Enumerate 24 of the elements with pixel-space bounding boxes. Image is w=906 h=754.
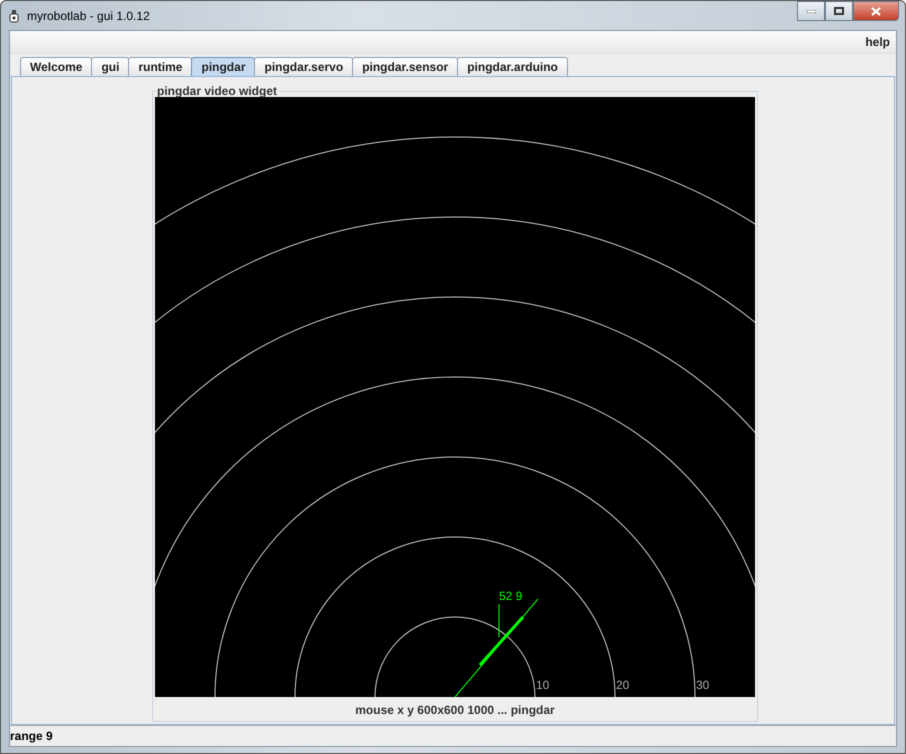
tab[interactable]: runtime xyxy=(128,57,192,76)
range-label: 20 xyxy=(616,678,630,692)
maximize-button[interactable] xyxy=(825,1,853,21)
menu-item[interactable]: help xyxy=(865,35,890,49)
window-title: myrobotlab - gui 1.0.12 xyxy=(27,8,150,22)
tab[interactable]: Welcome xyxy=(20,57,92,76)
reading-marker xyxy=(498,604,500,638)
close-button[interactable] xyxy=(853,1,899,21)
minimize-button[interactable] xyxy=(797,1,825,21)
tab[interactable]: pingdar xyxy=(191,57,256,76)
tab[interactable]: pingdar.arduino xyxy=(457,57,568,76)
tab[interactable]: gui xyxy=(91,57,130,76)
tab[interactable]: pingdar.sensor xyxy=(352,57,458,76)
range-label: 10 xyxy=(536,678,550,692)
range-label: 30 xyxy=(696,678,710,692)
app-icon xyxy=(9,8,19,22)
widget-title: pingdar video widget xyxy=(156,86,278,97)
minimize-icon xyxy=(806,10,816,12)
widget-caption: mouse x y 600x600 1000 ... pingdar xyxy=(355,703,555,717)
status-text: range 9 xyxy=(10,729,53,743)
close-icon xyxy=(871,6,881,16)
tab[interactable]: pingdar.servo xyxy=(254,57,354,76)
maximize-icon xyxy=(834,7,844,15)
sensor-reading: 52 9 xyxy=(499,589,522,603)
